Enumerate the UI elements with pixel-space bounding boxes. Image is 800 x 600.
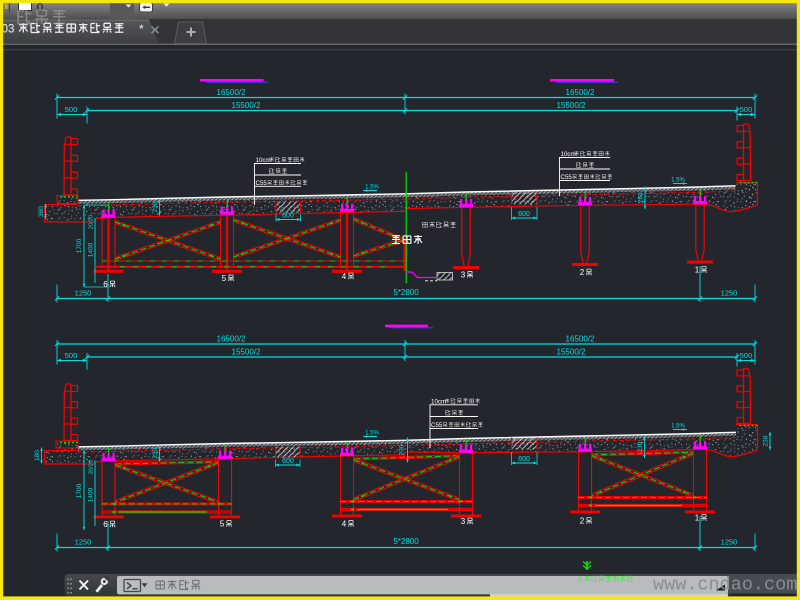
svg-text:6: 6 xyxy=(103,520,108,529)
svg-text:1700: 1700 xyxy=(76,238,83,253)
svg-text:600: 600 xyxy=(282,213,294,220)
svg-text:3: 3 xyxy=(461,271,466,280)
svg-text:16500/2: 16500/2 xyxy=(217,335,246,344)
svg-text:380: 380 xyxy=(38,206,45,217)
svg-text:500: 500 xyxy=(740,351,753,360)
svg-text:1400: 1400 xyxy=(88,487,95,502)
svg-text:C55: C55 xyxy=(256,180,268,187)
svg-text:C55: C55 xyxy=(431,422,443,429)
svg-text:10cm: 10cm xyxy=(431,398,446,405)
svg-text:230: 230 xyxy=(399,444,406,455)
svg-text:230: 230 xyxy=(637,441,644,452)
svg-text:15500/2: 15500/2 xyxy=(232,101,261,110)
svg-text:1400: 1400 xyxy=(88,242,95,257)
svg-text:1250: 1250 xyxy=(75,538,92,547)
svg-text:4: 4 xyxy=(342,272,347,281)
svg-text:5*2800: 5*2800 xyxy=(393,288,419,297)
svg-text:03: 03 xyxy=(2,24,15,36)
svg-text:230: 230 xyxy=(152,201,159,212)
svg-text:1250: 1250 xyxy=(721,289,738,298)
svg-text:16500/2: 16500/2 xyxy=(566,88,595,97)
svg-text:10cm: 10cm xyxy=(561,151,576,158)
svg-text:230: 230 xyxy=(152,447,159,458)
svg-text:230: 230 xyxy=(763,435,770,446)
svg-text:1: 1 xyxy=(695,266,700,275)
svg-text:2: 2 xyxy=(580,517,585,526)
svg-text:500: 500 xyxy=(65,351,78,360)
svg-text:*: * xyxy=(139,22,144,36)
svg-text:5: 5 xyxy=(220,520,225,529)
svg-text:600: 600 xyxy=(518,456,530,463)
svg-text:1.5%: 1.5% xyxy=(365,185,379,191)
svg-text:4: 4 xyxy=(342,520,347,529)
svg-text:1700: 1700 xyxy=(76,483,83,498)
svg-text:www.cndao.com: www.cndao.com xyxy=(653,575,797,596)
svg-text:1: 1 xyxy=(695,514,700,523)
svg-text:6: 6 xyxy=(103,280,108,289)
svg-text:250: 250 xyxy=(638,192,645,203)
svg-text:20/20: 20/20 xyxy=(89,460,95,475)
svg-text:16500/2: 16500/2 xyxy=(566,335,595,344)
svg-text:180: 180 xyxy=(34,450,41,461)
svg-text:2: 2 xyxy=(580,268,585,277)
svg-text:600: 600 xyxy=(282,458,294,465)
svg-text:5*2800: 5*2800 xyxy=(393,537,419,546)
svg-text:15500/2: 15500/2 xyxy=(557,101,586,110)
svg-text:3: 3 xyxy=(461,517,466,526)
svg-text:500: 500 xyxy=(65,105,78,114)
svg-text:16500/2: 16500/2 xyxy=(217,88,246,97)
svg-text:15500/2: 15500/2 xyxy=(557,348,586,357)
svg-text:C55: C55 xyxy=(561,174,573,181)
svg-text:600: 600 xyxy=(518,211,530,218)
svg-text:1250: 1250 xyxy=(75,289,92,298)
svg-text:1.5%: 1.5% xyxy=(671,178,685,184)
svg-text:5: 5 xyxy=(222,274,227,283)
svg-text:1.5%: 1.5% xyxy=(671,424,685,430)
svg-text:1.: 1. xyxy=(578,577,584,584)
svg-text:10cm: 10cm xyxy=(256,157,271,164)
svg-text:1250: 1250 xyxy=(721,538,738,547)
svg-text:20/20: 20/20 xyxy=(89,215,95,230)
svg-text:15500/2: 15500/2 xyxy=(232,348,261,357)
svg-text:1.5%: 1.5% xyxy=(365,431,379,437)
svg-text:500: 500 xyxy=(740,105,753,114)
